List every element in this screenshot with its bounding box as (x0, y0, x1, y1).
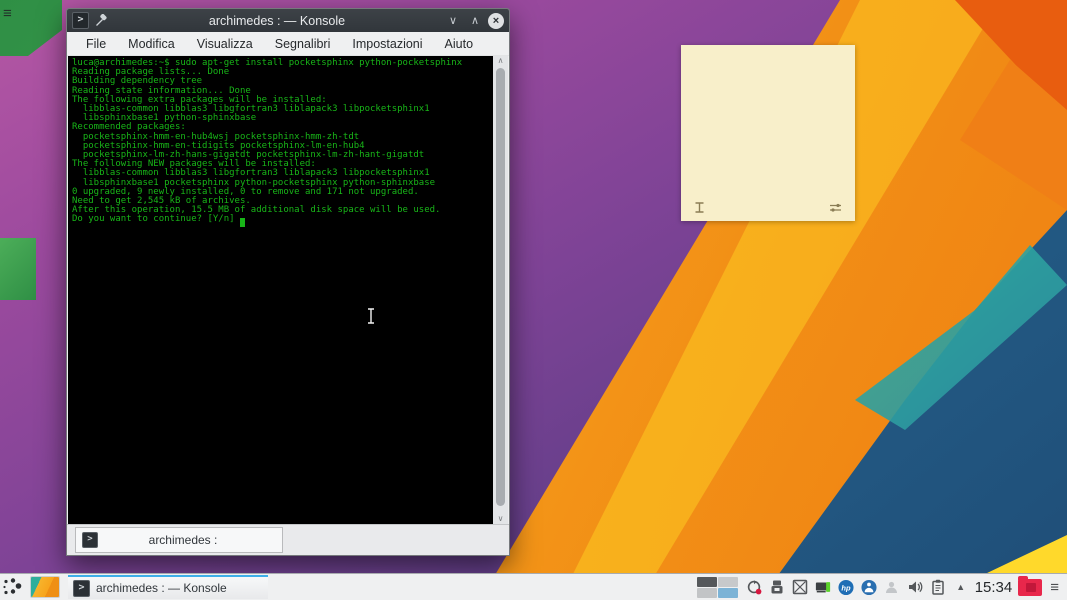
konsole-window-icon[interactable]: > (72, 12, 89, 29)
window-titlebar[interactable]: > archimedes : — Konsole ∨ ∧ × (67, 9, 509, 32)
app-launcher-button[interactable] (0, 575, 26, 599)
user-switch-dim-icon[interactable] (884, 579, 900, 595)
panel-toolbox-icon[interactable]: ≡ (1050, 579, 1059, 596)
tab-label: archimedes : (148, 533, 218, 547)
menu-aiuto[interactable]: Aiuto (434, 37, 485, 51)
konsole-window: > archimedes : — Konsole ∨ ∧ × File Modi… (66, 8, 510, 556)
clipboard-icon[interactable] (930, 579, 946, 595)
window-title: archimedes : — Konsole (208, 13, 346, 28)
power-battery-icon[interactable] (815, 579, 831, 595)
konsole-task-icon: > (73, 579, 90, 597)
tab-archimedes[interactable]: > archimedes : (75, 527, 283, 553)
virtual-desktop-pager[interactable] (696, 576, 738, 598)
menu-impostazioni[interactable]: Impostazioni (341, 37, 433, 51)
task-label: archimedes : — Konsole (96, 581, 227, 595)
taskbar: > archimedes : — Konsole hp ▲ 15:34 ≡ (0, 573, 1067, 600)
desktop-preview-button[interactable] (30, 576, 60, 598)
terminal-output[interactable]: luca@archimedes:~$ sudo apt-get install … (68, 56, 493, 524)
scroll-down-button[interactable]: ∨ (498, 514, 504, 524)
accessibility-user-icon[interactable] (861, 579, 877, 595)
volume-icon[interactable] (907, 579, 923, 595)
menu-modifica[interactable]: Modifica (117, 37, 186, 51)
menu-segnalibri[interactable]: Segnalibri (264, 37, 342, 51)
folder-inner (1026, 582, 1037, 592)
desktop-toolbox-icon[interactable]: ≡ (3, 6, 12, 21)
pager-desktop-2[interactable] (717, 576, 738, 587)
note-settings-sliders-icon[interactable] (829, 201, 843, 215)
system-tray: hp ▲ (746, 579, 969, 595)
menu-file[interactable]: File (75, 37, 117, 51)
menu-visualizza[interactable]: Visualizza (186, 37, 264, 51)
text-cursor-pointer-icon (366, 308, 376, 329)
screen-layout-icon[interactable] (792, 579, 808, 595)
wallpaper-green-square (0, 238, 36, 300)
sticky-note-widget[interactable] (681, 45, 855, 221)
menu-bar: File Modifica Visualizza Segnalibri Impo… (67, 32, 509, 56)
desktop: ≡ > archimedes: — Konsole ∨ ∧ × File Mo… (0, 0, 1067, 600)
terminal-area: luca@archimedes:~$ sudo apt-get install … (67, 56, 509, 524)
pin-icon[interactable] (95, 14, 108, 27)
maximize-button[interactable]: ∧ (466, 12, 484, 30)
digital-clock[interactable]: 15:34 (975, 579, 1013, 596)
pager-desktop-1[interactable] (696, 576, 717, 587)
taskbar-task-konsole[interactable]: > archimedes : — Konsole (68, 575, 268, 599)
tab-bar: > archimedes : (67, 524, 509, 555)
note-format-icon[interactable] (693, 201, 707, 215)
pager-desktop-3[interactable] (696, 587, 717, 598)
red-folder-icon[interactable] (1018, 575, 1043, 596)
terminal-scrollbar[interactable]: ∧ ∨ (493, 56, 508, 524)
removable-media-icon[interactable] (769, 579, 785, 595)
hp-label: hp (841, 583, 851, 592)
terminal-tab-icon: > (82, 532, 98, 548)
close-button[interactable]: × (488, 12, 504, 29)
terminal-cursor (240, 218, 245, 227)
tray-expand-icon[interactable]: ▲ (953, 579, 969, 595)
pager-desktop-4[interactable] (717, 587, 738, 598)
minimize-button[interactable]: ∨ (444, 12, 462, 30)
updates-icon[interactable] (746, 579, 762, 595)
scrollbar-thumb[interactable] (496, 68, 505, 506)
hp-utility-icon[interactable]: hp (838, 579, 854, 595)
scroll-up-button[interactable]: ∧ (498, 56, 504, 66)
